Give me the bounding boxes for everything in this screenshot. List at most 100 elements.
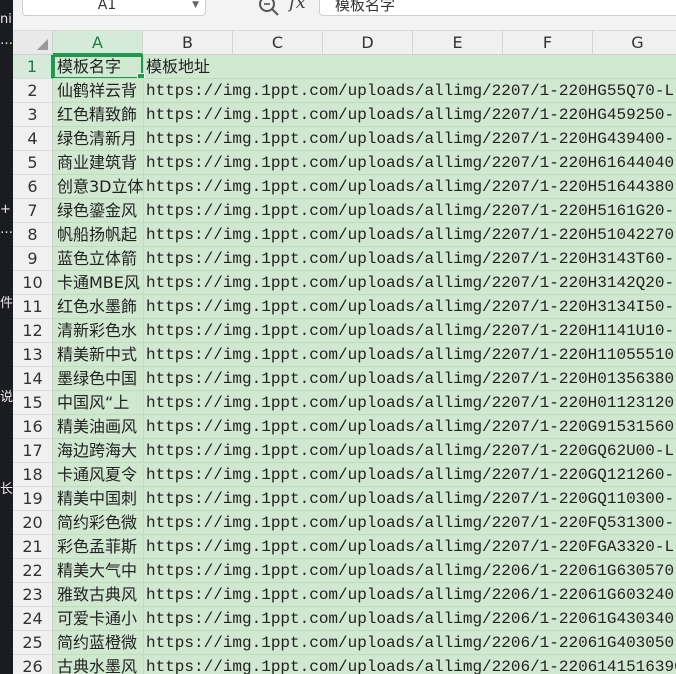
cell-template-name[interactable]: 古典水墨风 <box>53 655 143 674</box>
cell-template-url[interactable]: https://img.1ppt.com/uploads/allimg/2207… <box>146 175 676 198</box>
column-header-d[interactable]: D <box>323 31 413 55</box>
zoom-icon[interactable] <box>257 0 281 18</box>
cell-template-name[interactable]: 清新彩色水 <box>53 319 143 342</box>
cell-template-url[interactable]: https://img.1ppt.com/uploads/allimg/2207… <box>146 367 676 390</box>
cell-template-name[interactable]: 精美大气中 <box>53 559 143 582</box>
cell-template-url[interactable]: https://img.1ppt.com/uploads/allimg/2207… <box>146 295 676 318</box>
strip-text: ni <box>0 12 12 27</box>
strip-text: 件 <box>0 296 13 311</box>
cell-template-url[interactable]: https://img.1ppt.com/uploads/allimg/2207… <box>146 415 676 438</box>
row-header[interactable]: 12 <box>13 319 53 343</box>
table-row: 简约彩色微 https://img.1ppt.com/uploads/allimg… <box>53 511 676 535</box>
row-header[interactable]: 23 <box>13 583 53 607</box>
cell-template-name[interactable]: 卡通风夏令 <box>53 463 143 486</box>
column-header-a[interactable]: A <box>53 31 143 55</box>
name-box[interactable]: A1 ▼ <box>22 0 206 16</box>
cell-template-url[interactable]: https://img.1ppt.com/uploads/allimg/2207… <box>146 79 676 102</box>
cell-template-url[interactable]: https://img.1ppt.com/uploads/allimg/2207… <box>146 199 676 222</box>
row-header[interactable]: 4 <box>13 127 53 151</box>
cell-template-url[interactable]: https://img.1ppt.com/uploads/allimg/2206… <box>146 631 676 654</box>
row-header[interactable]: 2 <box>13 79 53 103</box>
row-header[interactable]: 3 <box>13 103 53 127</box>
cell-grid[interactable]: 模板名字 模板地址 仙鹤祥云背 https://img.1ppt.com/upload… <box>53 55 676 674</box>
cell-template-url[interactable]: https://img.1ppt.com/uploads/allimg/2206… <box>146 607 676 630</box>
cell-template-url[interactable]: 模板地址 <box>146 55 210 78</box>
cell-template-name[interactable]: 仙鹤祥云背 <box>53 79 143 102</box>
row-header[interactable]: 17 <box>13 439 53 463</box>
cell-template-name[interactable]: 绿色鎏金风 <box>53 199 143 222</box>
row-header[interactable]: 15 <box>13 391 53 415</box>
cell-template-name[interactable]: 蓝色立体箭 <box>53 247 143 270</box>
cell-template-name[interactable]: 中国风“上 <box>53 391 143 414</box>
row-header[interactable]: 5 <box>13 151 53 175</box>
strip-text: … <box>0 33 13 48</box>
cell-template-url[interactable]: https://img.1ppt.com/uploads/allimg/2207… <box>146 511 676 534</box>
cell-template-name[interactable]: 可爱卡通小 <box>53 607 143 630</box>
cell-template-url[interactable]: https://img.1ppt.com/uploads/allimg/2206… <box>146 559 676 582</box>
cell-template-name[interactable]: 雅致古典风 <box>53 583 143 606</box>
cell-template-url[interactable]: https://img.1ppt.com/uploads/allimg/2207… <box>146 151 676 174</box>
cell-template-url[interactable]: https://img.1ppt.com/uploads/allimg/2207… <box>146 343 676 366</box>
row-header[interactable]: 14 <box>13 367 53 391</box>
row-header[interactable]: 10 <box>13 271 53 295</box>
formula-bar: A1 ▼ fx 模板名字 <box>13 0 676 31</box>
row-header[interactable]: 8 <box>13 223 53 247</box>
row-header[interactable]: 6 <box>13 175 53 199</box>
chevron-down-icon[interactable]: ▼ <box>192 0 199 10</box>
cell-template-url[interactable]: https://img.1ppt.com/uploads/allimg/2207… <box>146 319 676 342</box>
cell-template-name[interactable]: 红色精致飾 <box>53 103 143 126</box>
cell-template-url[interactable]: https://img.1ppt.com/uploads/allimg/2207… <box>146 463 676 486</box>
column-header-b[interactable]: B <box>143 31 233 55</box>
cell-template-name[interactable]: 卡通MBE风 <box>53 271 143 294</box>
column-header-c[interactable]: C <box>233 31 323 55</box>
cell-template-url[interactable]: https://img.1ppt.com/uploads/allimg/2207… <box>146 391 676 414</box>
cell-template-url[interactable]: https://img.1ppt.com/uploads/allimg/2207… <box>146 103 676 126</box>
cell-template-name[interactable]: 精美中国刺 <box>53 487 143 510</box>
row-header[interactable]: 1 <box>13 55 53 79</box>
formula-input[interactable]: 模板名字 <box>319 0 676 16</box>
cell-template-name[interactable]: 精美新中式 <box>53 343 143 366</box>
cell-template-url[interactable]: https://img.1ppt.com/uploads/allimg/2206… <box>146 655 676 674</box>
row-header[interactable]: 16 <box>13 415 53 439</box>
function-icon[interactable]: fx <box>289 0 306 13</box>
cell-template-url[interactable]: https://img.1ppt.com/uploads/allimg/2207… <box>146 247 676 270</box>
row-header[interactable]: 19 <box>13 487 53 511</box>
cell-template-url[interactable]: https://img.1ppt.com/uploads/allimg/2207… <box>146 535 676 558</box>
cell-template-name[interactable]: 彩色孟菲斯 <box>53 535 143 558</box>
cell-template-name[interactable]: 墨绿色中国 <box>53 367 143 390</box>
row-header[interactable]: 22 <box>13 559 53 583</box>
cell-template-url[interactable]: https://img.1ppt.com/uploads/allimg/2206… <box>146 583 676 606</box>
cell-template-name[interactable]: 海边跨海大 <box>53 439 143 462</box>
table-row: 精美新中式 https://img.1ppt.com/uploads/allimg… <box>53 343 676 367</box>
row-header[interactable]: 21 <box>13 535 53 559</box>
cell-template-url[interactable]: https://img.1ppt.com/uploads/allimg/2207… <box>146 271 676 294</box>
cell-template-name[interactable]: 精美油画风 <box>53 415 143 438</box>
row-header[interactable]: 26 <box>13 655 53 674</box>
column-header-e[interactable]: E <box>413 31 503 55</box>
cell-template-name[interactable]: 简约蓝橙微 <box>53 631 143 654</box>
row-header[interactable]: 11 <box>13 295 53 319</box>
column-header-g[interactable]: G <box>593 31 676 55</box>
table-row: 卡通风夏令 https://img.1ppt.com/uploads/allimg… <box>53 463 676 487</box>
cell-template-url[interactable]: https://img.1ppt.com/uploads/allimg/2207… <box>146 439 676 462</box>
row-header[interactable]: 24 <box>13 607 53 631</box>
select-all-button[interactable] <box>13 31 53 55</box>
cell-template-url[interactable]: https://img.1ppt.com/uploads/allimg/2207… <box>146 487 676 510</box>
cell-template-url[interactable]: https://img.1ppt.com/uploads/allimg/2207… <box>146 127 676 150</box>
cell-template-url[interactable]: https://img.1ppt.com/uploads/allimg/2207… <box>146 223 676 246</box>
cell-template-name[interactable]: 帆船扬帆起 <box>53 223 143 246</box>
row-header[interactable]: 18 <box>13 463 53 487</box>
column-header-f[interactable]: F <box>503 31 593 55</box>
cell-template-name[interactable]: 绿色清新月 <box>53 127 143 150</box>
row-header[interactable]: 20 <box>13 511 53 535</box>
cell-template-name[interactable]: 红色水墨飾 <box>53 295 143 318</box>
cell-template-name[interactable]: 简约彩色微 <box>53 511 143 534</box>
row-header[interactable]: 25 <box>13 631 53 655</box>
table-row: 古典水墨风 https://img.1ppt.com/uploads/allimg… <box>53 655 676 674</box>
table-row: 帆船扬帆起 https://img.1ppt.com/uploads/allimg… <box>53 223 676 247</box>
cell-template-name[interactable]: 创意3D立体 <box>53 175 143 198</box>
row-header[interactable]: 9 <box>13 247 53 271</box>
cell-template-name[interactable]: 商业建筑背 <box>53 151 143 174</box>
row-header[interactable]: 7 <box>13 199 53 223</box>
row-header[interactable]: 13 <box>13 343 53 367</box>
